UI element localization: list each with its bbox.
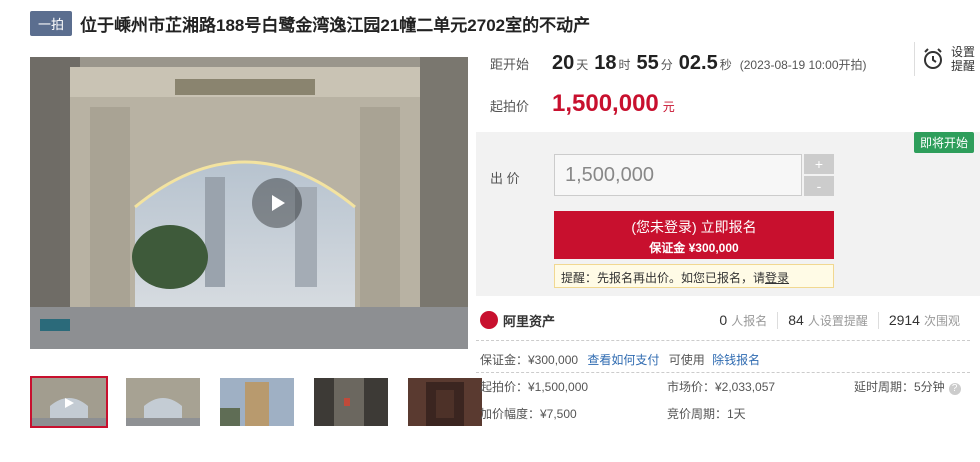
platform-logo: 阿里资产 — [480, 311, 555, 330]
thumbnail-interior[interactable] — [312, 376, 390, 428]
help-icon[interactable]: ? — [948, 383, 961, 395]
thumbnail-video[interactable] — [30, 376, 108, 428]
video-thumbnail-icon — [32, 378, 106, 426]
countdown-minutes-unit: 分 — [660, 58, 673, 72]
signup-deposit-label: 保证金 ¥300,000 — [649, 241, 739, 255]
status-badge: 即将开始 — [913, 132, 974, 153]
start-time-note: (2023-08-19 10:00开拍) — [739, 58, 867, 72]
countdown-label: 距开始 — [490, 57, 530, 72]
login-tip: 提醒：先报名再出价。如您已报名，请登录 — [554, 264, 834, 288]
alarm-clock-icon — [924, 48, 942, 69]
bid-panel: 即将开始 出 价 1,500,000 + - (您未登录) 立即报名 保证金 ¥… — [476, 132, 980, 296]
thumbnail-gate[interactable] — [124, 376, 202, 428]
deposit-text: 保证金：¥300,000 — [480, 353, 579, 367]
countdown-hours: 18 — [594, 52, 617, 74]
reminder-count: 84 人设置提醒 — [777, 311, 878, 329]
countdown-row: 距开始 20 天 18 时 55 分 02.5 秒 (2023-08-19 10… — [490, 52, 867, 75]
thumbnail-door[interactable] — [406, 376, 484, 428]
divider — [476, 372, 970, 373]
countdown-hours-unit: 时 — [618, 58, 631, 72]
thumbnail-tower[interactable] — [218, 376, 296, 428]
start-price-label: 起拍价 — [490, 99, 530, 114]
divider — [476, 340, 970, 341]
thumbnail-strip — [30, 376, 484, 428]
set-reminder-button[interactable]: 设置提醒 — [914, 42, 979, 76]
bid-label: 出 价 — [490, 171, 520, 186]
detail-market-price: 市场价：¥2,033,057 — [667, 380, 776, 394]
detail-delay-period: 延时周期：5分钟? — [854, 378, 961, 395]
countdown-days: 20 — [552, 52, 575, 74]
gate-photo — [30, 57, 468, 349]
bid-stepper: + - — [804, 154, 834, 198]
ali-assets-logo-icon — [480, 311, 498, 329]
login-link[interactable]: 登录 — [765, 271, 789, 285]
decrease-bid-button[interactable]: - — [804, 176, 834, 196]
stat-group: 0 人报名 84 人设置提醒 2914 次围观 — [709, 311, 970, 329]
countdown-seconds-unit: 秒 — [719, 58, 732, 72]
countdown-seconds: 02.5 — [678, 52, 718, 74]
how-to-pay-link[interactable]: 查看如何支付 — [587, 353, 659, 367]
start-price-unit: 元 — [662, 100, 675, 114]
signup-button[interactable]: (您未登录) 立即报名 保证金 ¥300,000 — [554, 211, 834, 259]
signup-count: 0 人报名 — [719, 311, 768, 328]
stats-bar: 阿里资产 0 人报名 84 人设置提醒 2914 次围观 — [476, 304, 980, 336]
door-thumbnail-icon — [408, 378, 482, 426]
detail-increment: 加价幅度：¥7,500 — [480, 407, 577, 421]
detail-bid-cycle: 竞价周期：1天 — [667, 407, 746, 421]
play-icon — [272, 195, 285, 211]
usable-text: 可使用 — [668, 353, 705, 367]
increase-bid-button[interactable]: + — [804, 154, 834, 174]
set-reminder-label: 设置提醒 — [951, 45, 976, 73]
platform-name: 阿里资产 — [503, 313, 556, 329]
view-count: 2914 次围观 — [877, 311, 970, 329]
auction-round-tag: 一拍 — [30, 10, 73, 36]
gate-thumbnail-icon — [126, 378, 200, 426]
start-price-row: 起拍价 1,500,000 元 — [490, 90, 675, 118]
page-title: 位于嵊州市芷湘路188号白鹭金湾逸江园21幢二单元2702室的不动产 — [80, 15, 591, 35]
interior-thumbnail-icon — [314, 378, 388, 426]
signup-button-label: (您未登录) 立即报名 — [631, 219, 757, 235]
main-property-image[interactable] — [30, 57, 468, 349]
tower-thumbnail-icon — [220, 378, 294, 426]
start-price-value: 1,500,000 — [552, 90, 659, 117]
title-row: 一拍 位于嵊州市芷湘路188号白鹭金湾逸江园21幢二单元2702室的不动产 — [30, 10, 590, 36]
detail-start-price: 起拍价：¥1,500,000 — [480, 380, 589, 394]
exempt-signup-link[interactable]: 除钱报名 — [712, 353, 760, 367]
deposit-row: 保证金：¥300,000 查看如何支付 可使用 除钱报名 — [480, 351, 760, 368]
countdown-minutes: 55 — [636, 52, 659, 74]
bid-amount-input[interactable]: 1,500,000 — [554, 154, 802, 196]
tip-text: 提醒：先报名再出价。如您已报名，请 — [561, 271, 766, 285]
countdown-days-unit: 天 — [576, 58, 589, 72]
play-video-button[interactable] — [252, 178, 302, 228]
